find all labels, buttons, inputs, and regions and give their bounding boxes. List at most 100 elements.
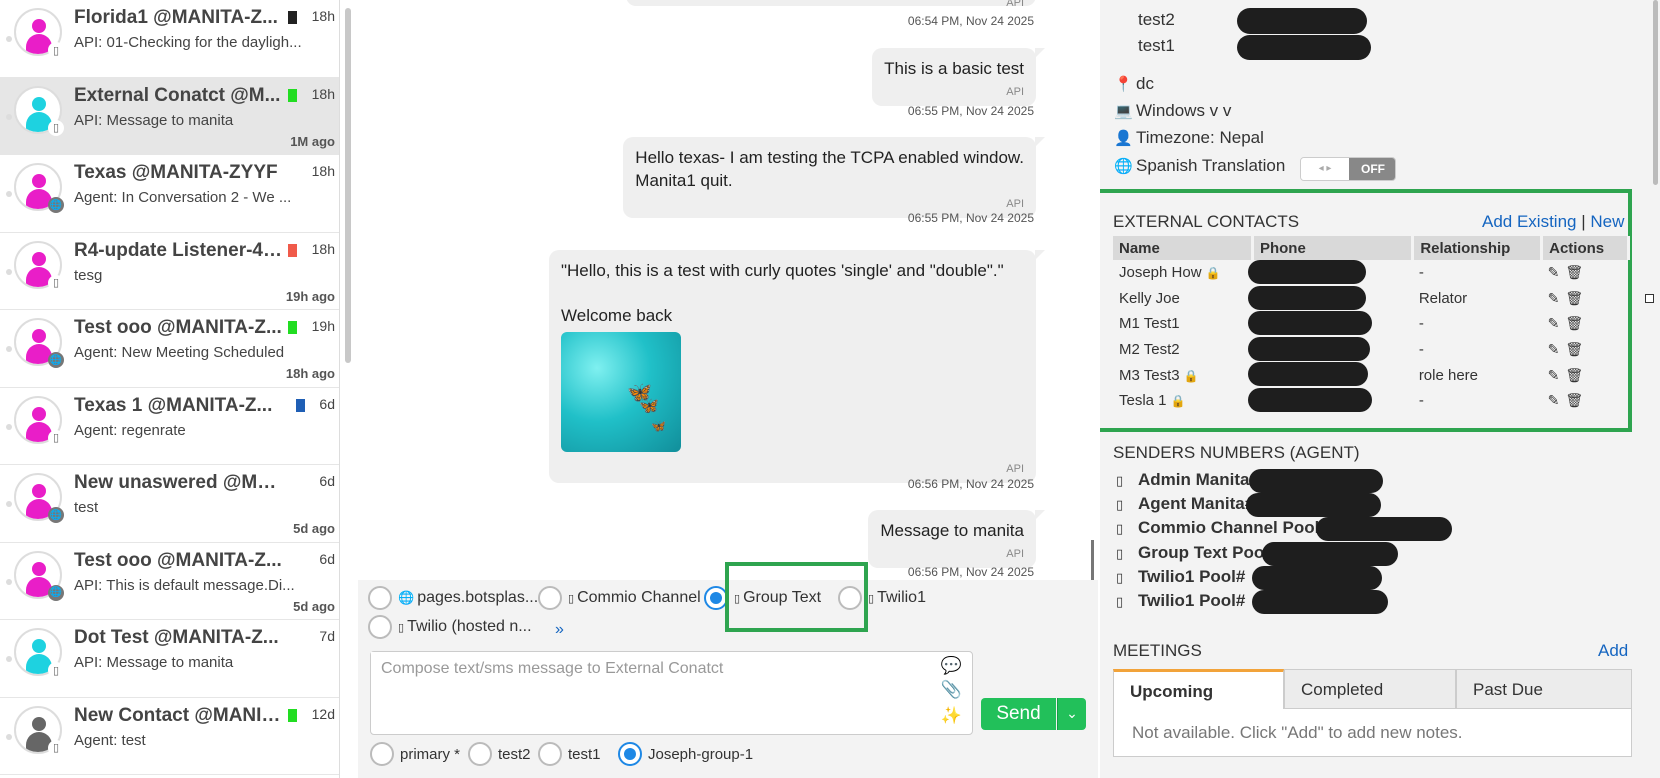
add-existing-link[interactable]: Add Existing xyxy=(1482,212,1577,231)
from-number-option[interactable]: test2 xyxy=(468,742,531,766)
conversation-item[interactable]: ▯ R4-update Listener-4 ... tesg 18h 19h … xyxy=(0,232,339,310)
from-number-option[interactable]: Joseph-group-1 xyxy=(618,742,753,766)
channel-radio[interactable] xyxy=(368,586,392,610)
message-image[interactable]: 🦋 🦋 🦋 xyxy=(561,331,681,452)
conversation-item[interactable]: 🌐 Test ooo @MANITA-Z... Agent: New Meeti… xyxy=(0,310,339,388)
conversation-list-scrollbar[interactable] xyxy=(345,8,351,363)
translation-toggle[interactable]: ◂ ▸ OFF xyxy=(1300,157,1396,181)
conversation-item[interactable]: ▯ New Contact @MANIT... Agent: test 12d xyxy=(0,697,339,775)
add-meeting-link[interactable]: Add xyxy=(1598,641,1628,661)
send-button[interactable]: Send xyxy=(981,698,1056,730)
conversation-time: 18h xyxy=(311,8,335,24)
magic-wand-icon[interactable]: ✨ xyxy=(941,706,962,726)
butterfly-icon: 🦋 xyxy=(639,397,659,415)
from-number-selector: primary * test2 test1 Joseph-group-1 xyxy=(370,742,1090,770)
send-dropdown-button[interactable]: ⌄ xyxy=(1057,698,1086,730)
phone-icon: ▯ xyxy=(48,42,64,58)
conversation-item[interactable]: 🌐 New unaswered @MA... test 6d 5d ago xyxy=(0,465,339,543)
conversation-item[interactable]: ▯ Florida1 @MANITA-Z... API: 01-Checking… xyxy=(0,0,339,78)
edit-icon[interactable]: ✎ xyxy=(1548,290,1566,306)
number-label: test1 xyxy=(568,745,601,763)
table-row: Kelly Joe Relator ✎🗑 xyxy=(1113,285,1629,312)
redacted-phone xyxy=(1246,493,1381,518)
conversation-item[interactable]: ▯ External Conatct @M... API: Message to… xyxy=(0,77,339,155)
trash-icon[interactable]: 🗑 xyxy=(1565,290,1589,306)
trash-icon[interactable]: 🗑 xyxy=(1565,264,1589,280)
toggle-state: OFF xyxy=(1349,158,1395,180)
redacted-phone xyxy=(1249,469,1383,493)
conversation-time: 6d xyxy=(319,550,335,567)
contact-phone-cell xyxy=(1248,285,1412,312)
channel-option[interactable]: 🌐 pages.botsplas... xyxy=(368,586,538,610)
bookmark-icon[interactable] xyxy=(296,398,305,416)
compose-input[interactable] xyxy=(371,652,931,730)
conversation-title: New unaswered @MA... xyxy=(74,472,284,493)
edit-icon[interactable]: ✎ xyxy=(1548,315,1566,331)
timezone-row: 👤 Timezone: Nepal xyxy=(1114,128,1264,147)
message-text: Welcome back xyxy=(561,305,673,325)
bookmark-icon[interactable] xyxy=(288,708,297,726)
conversation-item[interactable]: ▯ Dot Test @MANITA-Z... API: Message to … xyxy=(0,620,339,698)
contact-relationship: - xyxy=(1418,341,1424,359)
conversation-item[interactable]: ▯ Texas 1 @MANITA-Z... Agent: regenrate … xyxy=(0,387,339,465)
lock-icon: 🔒 xyxy=(1205,266,1221,281)
message-bubble: Message to manita API xyxy=(868,510,1045,568)
contact-name-cell: Kelly Joe xyxy=(1113,286,1252,312)
trash-icon[interactable]: 🗑 xyxy=(1565,315,1589,331)
column-header: Actions xyxy=(1541,236,1630,260)
table-row: M3 Test3 🔒 role here ✎🗑 xyxy=(1113,362,1629,388)
globe-icon: 🌐 xyxy=(48,507,64,523)
bookmark-icon[interactable] xyxy=(288,243,297,261)
number-radio[interactable] xyxy=(618,742,642,766)
contact-relationship: Relator xyxy=(1418,289,1468,307)
attachment-icon[interactable]: 📎 xyxy=(941,680,962,700)
table-row: Tesla 1 🔒 - ✎🗑 xyxy=(1113,387,1629,414)
chat-bubble-icon[interactable]: 💬 xyxy=(941,656,962,676)
new-contact-link[interactable]: New xyxy=(1590,212,1624,231)
number-radio[interactable] xyxy=(538,742,562,766)
conversation-item[interactable]: 🌐 Test ooo @MANITA-Z... API: This is def… xyxy=(0,542,339,620)
edit-icon[interactable]: ✎ xyxy=(1548,392,1566,408)
number-radio[interactable] xyxy=(370,742,394,766)
resize-handle[interactable] xyxy=(1645,294,1654,303)
conversation-title: Florida1 @MANITA-Z... xyxy=(74,7,278,28)
unread-dot xyxy=(6,656,12,662)
bookmark-icon[interactable] xyxy=(288,88,297,106)
details-scrollbar[interactable] xyxy=(1653,0,1658,185)
channel-label: Commio Channel xyxy=(577,589,701,606)
butterfly-icon: 🦋 xyxy=(651,418,666,433)
meeting-tab-upcoming[interactable]: Upcoming xyxy=(1113,669,1284,709)
channel-option[interactable]: ▯ Commio Channel xyxy=(538,586,701,610)
message-bubble: "Hello, this is a test with curly quotes… xyxy=(549,250,1045,483)
meeting-tab-completed[interactable]: Completed xyxy=(1284,669,1456,709)
sender-number-item: ▯ Admin Manita# xyxy=(1116,470,1259,490)
trash-icon[interactable]: 🗑 xyxy=(1565,341,1589,357)
bookmark-icon[interactable] xyxy=(288,321,297,338)
edit-icon[interactable]: ✎ xyxy=(1548,264,1566,280)
from-number-option[interactable]: primary * xyxy=(370,742,460,766)
channel-option[interactable]: ▯ Twilio (hosted n... xyxy=(368,615,532,639)
message-timestamp: 06:56 PM, Nov 24 2025 xyxy=(907,477,1034,491)
conversation-time: 6d xyxy=(319,395,335,412)
location-row: 📍 dc xyxy=(1114,74,1154,93)
trash-icon[interactable]: 🗑 xyxy=(1565,367,1589,383)
trash-icon[interactable]: 🗑 xyxy=(1565,392,1589,408)
message-source: API xyxy=(1006,0,1024,9)
channel-radio[interactable] xyxy=(368,615,392,639)
conversation-time: 12d xyxy=(311,705,335,722)
from-number-option[interactable]: test1 xyxy=(538,742,601,766)
meeting-tab-past-due[interactable]: Past Due xyxy=(1456,669,1632,709)
contact-actions: ✎🗑 xyxy=(1542,388,1629,414)
channel-radio[interactable] xyxy=(538,586,562,610)
bookmark-icon[interactable] xyxy=(288,11,297,28)
table-row: Joseph How 🔒 - ✎🗑 xyxy=(1113,260,1629,286)
number-radio[interactable] xyxy=(468,742,492,766)
edit-icon[interactable]: ✎ xyxy=(1548,341,1566,357)
edit-icon[interactable]: ✎ xyxy=(1548,367,1566,383)
conversation-item[interactable]: 🌐 Texas @MANITA-ZYYF Agent: In Conversat… xyxy=(0,155,339,233)
chat-scrollbar[interactable] xyxy=(1091,540,1094,580)
more-channels-icon[interactable]: » xyxy=(555,621,564,639)
unread-dot xyxy=(6,36,12,42)
contact-name-cell: M1 Test1 xyxy=(1113,311,1252,337)
contact-phone-cell xyxy=(1248,362,1412,388)
